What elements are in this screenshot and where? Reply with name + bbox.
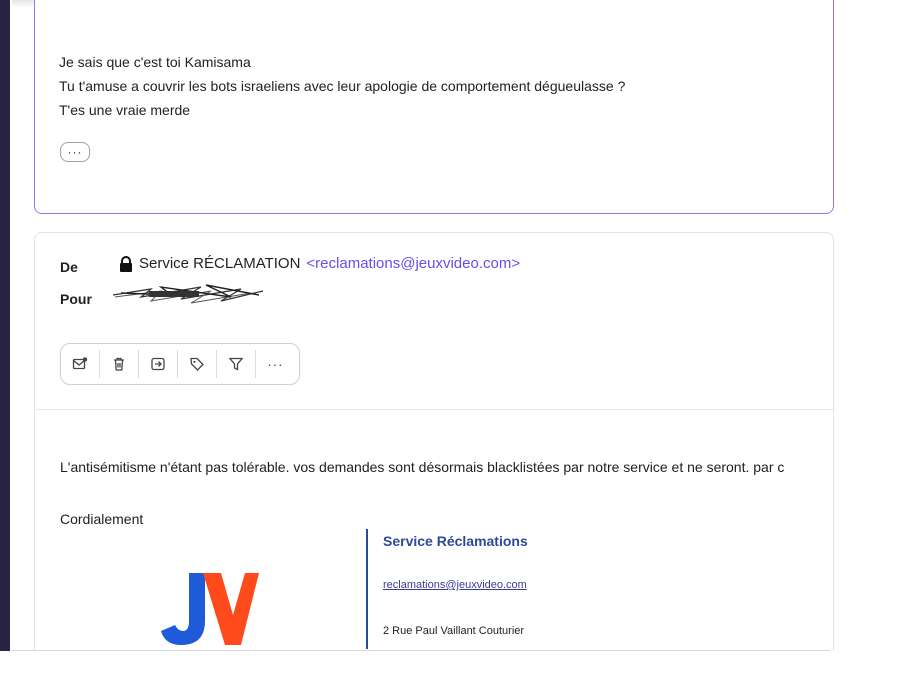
filter-button[interactable] (217, 350, 256, 378)
delete-button[interactable] (100, 350, 139, 378)
message-line: T'es une vraie merde (59, 102, 191, 118)
signature-separator (366, 529, 368, 649)
show-quoted-button[interactable]: ··· (60, 142, 90, 162)
lock-icon (120, 255, 132, 272)
header-divider (35, 409, 835, 410)
sender-name: Service RÉCLAMATION (139, 255, 301, 272)
more-icon: ··· (267, 356, 284, 372)
redacted-recipient (112, 284, 264, 304)
to-label: Pour (60, 291, 92, 307)
sender-email[interactable]: <reclamations@jeuxvideo.com> (306, 255, 520, 272)
filter-icon (228, 357, 244, 371)
app-sidebar-edge (0, 0, 10, 651)
mark-unread-button[interactable] (61, 350, 100, 378)
message-toolbar: ··· (60, 343, 300, 385)
jv-logo (161, 573, 259, 645)
tag-icon (190, 357, 204, 371)
signature-email-link[interactable]: reclamations@jeuxvideo.com (383, 579, 527, 591)
message-body: L'antisémitisme n'étant pas tolérable. v… (60, 459, 785, 475)
signature-title: Service Réclamations (383, 533, 528, 549)
message-line: Tu t'amuse a couvrir les bots israeliens… (59, 78, 626, 94)
greeting: Cordialement (60, 511, 144, 527)
move-button[interactable] (139, 350, 178, 378)
from-label: De (60, 259, 78, 275)
sender[interactable]: Service RÉCLAMATION <reclamations@jeuxvi… (119, 255, 520, 272)
mark-unread-icon (72, 357, 88, 370)
message-card-previous: Je sais que c'est toi Kamisama Tu t'amus… (34, 0, 834, 214)
message-card-reply: De Service RÉCLAMATION <reclamations@jeu… (34, 232, 835, 662)
more-button[interactable]: ··· (256, 350, 295, 378)
bottom-margin (0, 651, 914, 687)
message-line: Je sais que c'est toi Kamisama (59, 54, 251, 70)
signature-address: 2 Rue Paul Vaillant Couturier (383, 625, 525, 637)
tag-button[interactable] (178, 350, 217, 378)
move-icon (151, 357, 165, 371)
trash-icon (114, 357, 124, 371)
